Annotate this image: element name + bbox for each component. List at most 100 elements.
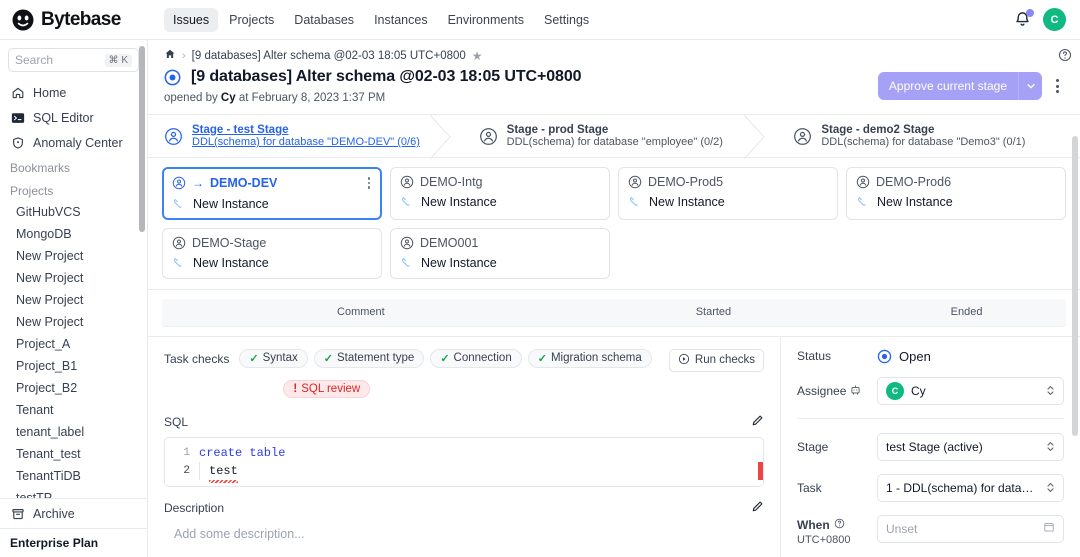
arrow-right-icon: → xyxy=(192,176,204,190)
sidebar-section-bookmarks: Bookmarks xyxy=(0,155,147,178)
breadcrumb-separator: › xyxy=(182,50,186,62)
assignee-select[interactable]: C Cy xyxy=(877,377,1064,405)
bot-icon[interactable] xyxy=(850,384,861,398)
chevron-down-icon[interactable] xyxy=(1018,72,1042,100)
help-circle-icon[interactable] xyxy=(1058,48,1072,65)
bell-icon[interactable] xyxy=(1013,10,1032,29)
task-check-chips: ✓ Syntax ✓ Statement type ✓ Connection xyxy=(239,349,659,398)
sidebar-project-tenant[interactable]: Tenant xyxy=(0,399,147,421)
column-header-started: Started xyxy=(560,306,867,318)
task-card-sub-row: New Instance xyxy=(172,256,372,270)
task-card-demo-dev[interactable]: → DEMO-DEV New Instance xyxy=(162,167,382,220)
description-placeholder[interactable]: Add some description... xyxy=(164,527,764,541)
check-icon: ✓ xyxy=(249,352,258,365)
kebab-menu-icon[interactable] xyxy=(366,175,373,191)
sidebar: ⌘ K Home xyxy=(0,40,148,557)
nav-item-projects[interactable]: Projects xyxy=(220,8,283,32)
task-checks-row: Task checks ✓ Syntax ✓ Statement type xyxy=(164,349,764,398)
task-card-demo-intg[interactable]: DEMO-Intg New Instance xyxy=(390,167,610,220)
stage-label: Stage xyxy=(797,440,877,454)
sidebar-project-new-project-4[interactable]: New Project xyxy=(0,311,147,333)
main-content: › [9 databases] Alter schema @02-03 18:0… xyxy=(148,40,1080,557)
field-when: When UTC+0800 xyxy=(797,515,1064,546)
nav-item-instances[interactable]: Instances xyxy=(365,8,437,32)
nav-item-issues[interactable]: Issues xyxy=(164,8,218,32)
plan-badge[interactable]: Enterprise Plan xyxy=(0,528,147,557)
task-card-demo-prod5[interactable]: DEMO-Prod5 New Instance xyxy=(618,167,838,220)
stage-value: test Stage (active) xyxy=(886,440,1039,454)
sidebar-item-archive[interactable]: Archive xyxy=(0,499,147,528)
check-chip-sql-review[interactable]: ! SQL review xyxy=(283,380,370,398)
help-circle-icon[interactable] xyxy=(834,518,845,532)
search-input[interactable] xyxy=(15,53,105,67)
sidebar-project-project-b1[interactable]: Project_B1 xyxy=(0,355,147,377)
task-card-header: DEMO001 xyxy=(400,236,600,250)
calendar-icon[interactable] xyxy=(1043,521,1055,536)
sidebar-project-tenant-test[interactable]: Tenant_test xyxy=(0,443,147,465)
sidebar-scrollbar[interactable] xyxy=(139,46,145,232)
sidebar-project-tenanttidb[interactable]: TenantTiDB xyxy=(0,465,147,487)
task-card-demo-prod6[interactable]: DEMO-Prod6 New Instance xyxy=(846,167,1066,220)
breadcrumb-home-icon[interactable] xyxy=(164,48,176,63)
task-label: Task xyxy=(797,481,877,495)
task-select[interactable]: 1 - DDL(schema) for database xyxy=(877,474,1064,502)
avatar[interactable]: C xyxy=(1043,8,1066,31)
brand[interactable]: Bytebase xyxy=(12,9,150,31)
terminal-icon xyxy=(10,110,25,125)
issue-opened-suffix: at February 8, 2023 1:37 PM xyxy=(236,92,386,104)
breadcrumb-current[interactable]: [9 databases] Alter schema @02-03 18:05 … xyxy=(192,50,466,62)
pipeline-stage-test[interactable]: Stage - test Stage DDL(schema) for datab… xyxy=(148,115,451,157)
pipeline-stage-demo2[interactable]: Stage - demo2 Stage DDL(schema) for data… xyxy=(765,115,1080,157)
sidebar-project-new-project-2[interactable]: New Project xyxy=(0,267,147,289)
stage-text: Stage - test Stage DDL(schema) for datab… xyxy=(192,124,420,148)
nav-item-environments[interactable]: Environments xyxy=(439,8,533,32)
sidebar-project-project-a[interactable]: Project_A xyxy=(0,333,147,355)
sidebar-project-new-project-3[interactable]: New Project xyxy=(0,289,147,311)
main-scrollbar[interactable] xyxy=(1072,136,1078,436)
sidebar-project-githubvcs[interactable]: GitHubVCS xyxy=(0,201,147,223)
task-card-name: DEMO-Prod5 xyxy=(648,175,723,189)
sidebar-item-home[interactable]: Home xyxy=(0,80,147,105)
play-circle-icon xyxy=(678,353,690,368)
sidebar-item-sql-editor[interactable]: SQL Editor xyxy=(0,105,147,130)
sidebar-section-projects: Projects xyxy=(0,178,147,201)
sql-error-marker xyxy=(758,462,763,480)
approve-current-stage-button[interactable]: Approve current stage xyxy=(878,72,1042,100)
stage-text: Stage - prod Stage DDL(schema) for datab… xyxy=(507,124,723,148)
pencil-icon[interactable] xyxy=(751,500,764,516)
sql-code-block[interactable]: 1 create table 2 test xyxy=(164,437,764,487)
sidebar-project-tenant-label[interactable]: tenant_label xyxy=(0,421,147,443)
check-chip-statement-type[interactable]: ✓ Statement type xyxy=(314,349,425,368)
stage-person-icon xyxy=(793,127,812,146)
sidebar-project-testtp[interactable]: testTP xyxy=(0,487,147,498)
pipeline-stage-prod[interactable]: Stage - prod Stage DDL(schema) for datab… xyxy=(451,115,766,157)
nav-item-settings[interactable]: Settings xyxy=(535,8,598,32)
sidebar-project-mongodb[interactable]: MongoDB xyxy=(0,223,147,245)
nav-item-databases[interactable]: Databases xyxy=(285,8,363,32)
task-card-header: DEMO-Stage xyxy=(172,236,372,250)
task-card-name: DEMO-Prod6 xyxy=(876,175,951,189)
pencil-icon[interactable] xyxy=(751,414,764,430)
run-checks-button[interactable]: Run checks xyxy=(669,349,764,372)
chevron-updown-icon xyxy=(1046,481,1055,494)
sidebar-item-anomaly-center[interactable]: Anomaly Center xyxy=(0,130,147,155)
check-chip-migration-schema[interactable]: ✓ Migration schema xyxy=(528,349,652,368)
check-chip-label: Statement type xyxy=(337,352,414,364)
sidebar-project-project-b2[interactable]: Project_B2 xyxy=(0,377,147,399)
when-datetime-input[interactable]: Unset xyxy=(877,515,1064,543)
home-icon xyxy=(10,85,25,100)
app-body: ⌘ K Home xyxy=(0,40,1080,557)
task-card-demo001[interactable]: DEMO001 New Instance xyxy=(390,228,610,279)
check-chip-connection[interactable]: ✓ Connection xyxy=(430,349,521,368)
sidebar-item-label: Archive xyxy=(33,507,75,521)
wrench-icon xyxy=(628,195,642,209)
task-card-demo-stage[interactable]: DEMO-Stage New Instance xyxy=(162,228,382,279)
kebab-menu-icon[interactable] xyxy=(1048,75,1066,97)
search-box[interactable]: ⌘ K xyxy=(8,48,139,72)
check-chip-syntax[interactable]: ✓ Syntax xyxy=(239,349,307,368)
sidebar-project-new-project-1[interactable]: New Project xyxy=(0,245,147,267)
star-icon[interactable]: ★ xyxy=(472,49,483,63)
stage-select[interactable]: test Stage (active) xyxy=(877,433,1064,461)
status-badge: Open xyxy=(877,349,931,364)
task-card-sub: New Instance xyxy=(421,195,497,209)
